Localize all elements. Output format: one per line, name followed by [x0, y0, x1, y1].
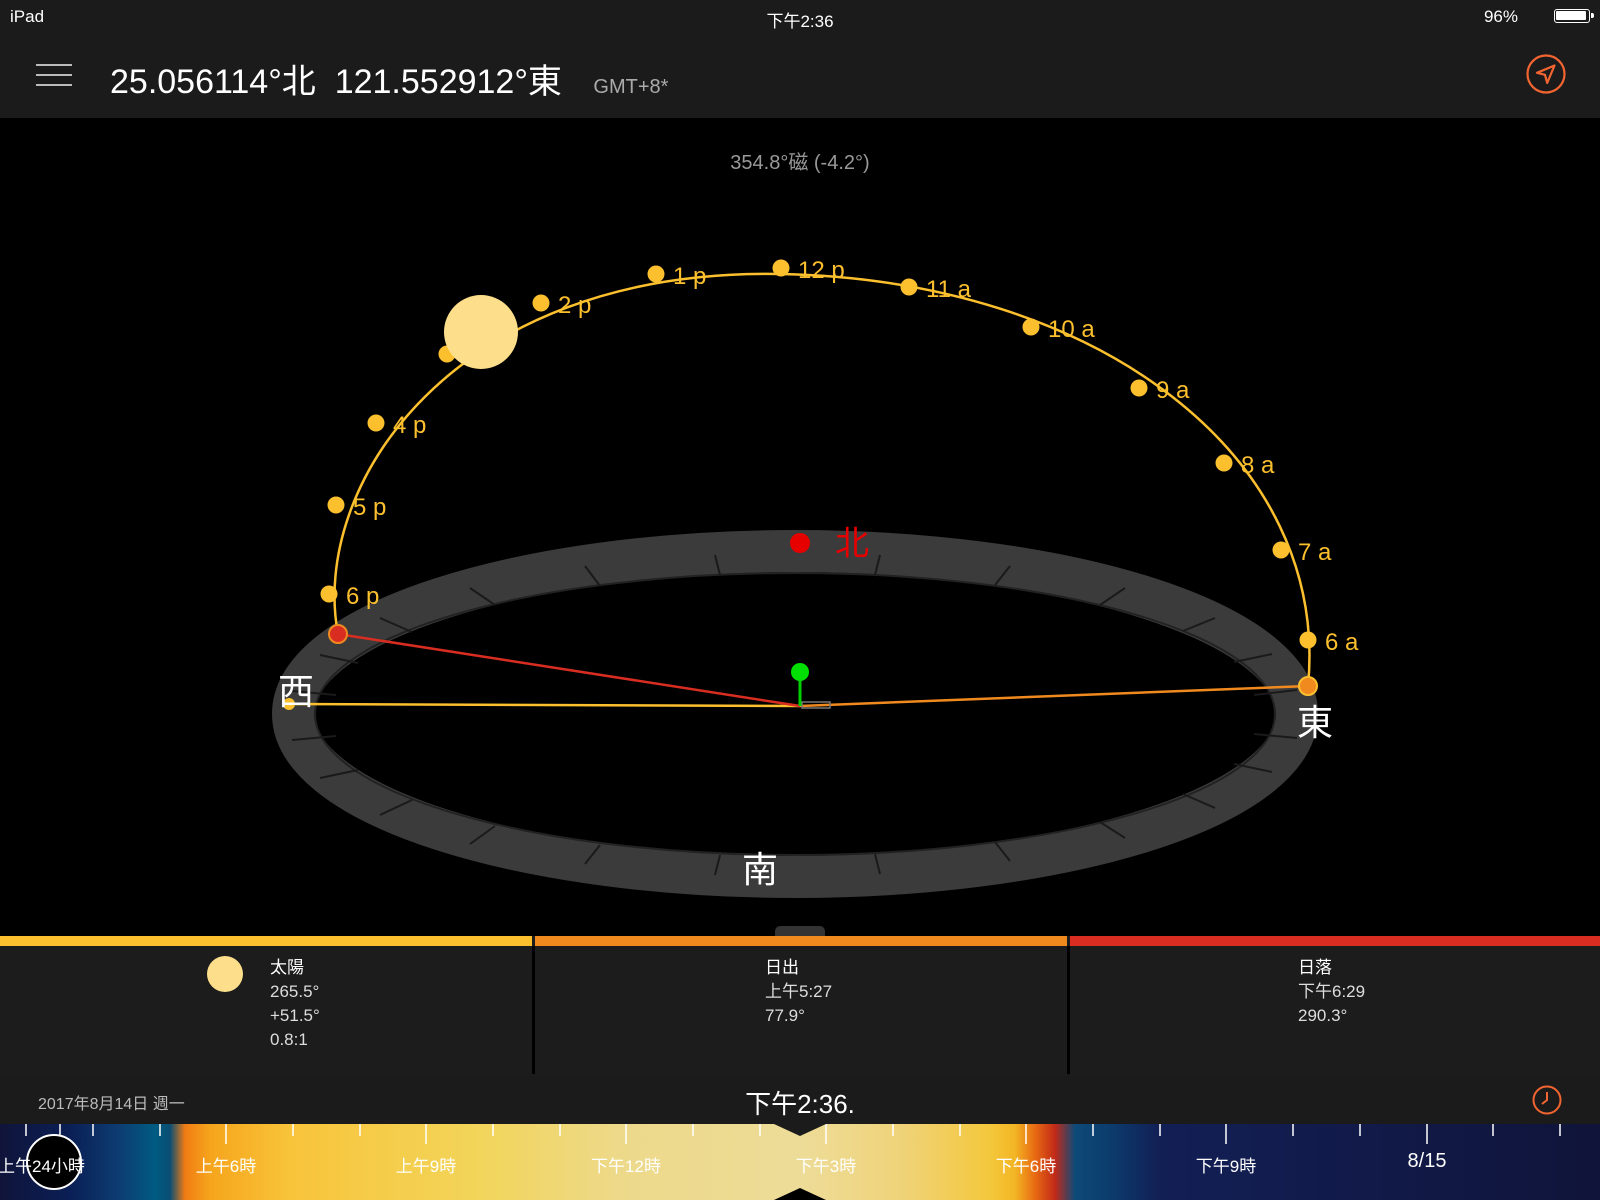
- compass-ring: [272, 530, 1318, 898]
- hamburger-menu-icon[interactable]: [36, 61, 72, 89]
- sunrise-title: 日出: [765, 958, 799, 977]
- status-time: 下午2:36: [766, 12, 834, 31]
- hour-label: 4 p: [393, 412, 426, 439]
- sun-path-graphic: 6 a 7 a 8 a 9 a 10 a 11 a 12 p 1 p 2 p 4…: [272, 257, 1359, 898]
- sunset-ray: [337, 632, 801, 708]
- clock-icon[interactable]: [1532, 1085, 1562, 1115]
- north-label: 北: [835, 524, 869, 564]
- observer-marker: [791, 663, 809, 681]
- sun-info-cell[interactable]: 太陽 265.5° +51.5° 0.8:1: [0, 936, 532, 1074]
- next-day-label: 8/15: [1407, 1150, 1447, 1172]
- hour-label: 9 a: [1156, 377, 1190, 404]
- time-pointer-top: [774, 1124, 826, 1136]
- sunrise-ray: [799, 684, 1309, 708]
- hour-label: 7 a: [1298, 539, 1332, 566]
- shadow-ratio: 0.8:1: [270, 1030, 308, 1049]
- info-panel: 太陽 265.5° +51.5° 0.8:1 日出 上午5:27 77.9° 日…: [0, 936, 1600, 1074]
- hour-label: 6 p: [346, 583, 379, 610]
- hour-dots: [283, 259, 1317, 710]
- timeline-label: 下午6時: [995, 1157, 1057, 1176]
- current-sun[interactable]: [444, 295, 518, 369]
- panel-drag-handle[interactable]: [775, 926, 825, 936]
- west-label: 西: [278, 672, 314, 713]
- 24-hour-label: 上午24小時: [0, 1157, 85, 1176]
- sun-title: 太陽: [270, 958, 304, 977]
- time-slider[interactable]: 上午24小時 上午6時 上午9時 下午12時 下午3時 下午6時 下午9時 8/…: [0, 1124, 1600, 1200]
- timeline-label: 下午12時: [591, 1157, 661, 1176]
- sunset-info-cell[interactable]: 日落 下午6:29 290.3°: [1070, 936, 1600, 1074]
- location-arrow-icon[interactable]: [1526, 54, 1566, 94]
- south-label: 南: [742, 850, 778, 891]
- status-bar: iPad 下午2:36 96%: [0, 0, 1600, 32]
- sun-azimuth: 265.5°: [270, 982, 320, 1001]
- battery-percent: 96%: [1483, 7, 1518, 26]
- timeline-label: 下午3時: [795, 1157, 857, 1176]
- hour-label: 5 p: [353, 494, 386, 521]
- sunset-azimuth: 290.3°: [1298, 1006, 1348, 1025]
- sunset-time: 下午6:29: [1298, 982, 1366, 1001]
- timezone: GMT+8*: [593, 76, 669, 98]
- longitude: 121.552912°東: [334, 63, 562, 101]
- sunset-title: 日落: [1298, 958, 1332, 977]
- hour-label: 10 a: [1048, 316, 1095, 343]
- sunrise-azimuth: 77.9°: [765, 1006, 805, 1025]
- current-sun-ray: [289, 702, 801, 708]
- hour-label: 8 a: [1241, 452, 1275, 479]
- timeline-label: 下午9時: [1195, 1157, 1257, 1176]
- sunrise-dot: [1298, 676, 1318, 696]
- timeline-label: 上午9時: [395, 1157, 457, 1176]
- sun-altitude: +51.5°: [270, 1006, 320, 1025]
- sun-path-view[interactable]: 6 a 7 a 8 a 9 a 10 a 11 a 12 p 1 p 2 p 4…: [0, 118, 1600, 934]
- hour-label: 12 p: [798, 257, 845, 284]
- hour-label: 6 a: [1325, 629, 1359, 656]
- timeline-label: 上午6時: [195, 1157, 257, 1176]
- current-time[interactable]: 下午2:36.: [0, 1084, 1600, 1121]
- hour-label: 11 a: [926, 276, 972, 303]
- date-bar: 2017年8月14日 週一 下午2:36.: [0, 1074, 1600, 1124]
- app-header: 25.056114°北 121.552912°東 GMT+8*: [0, 32, 1600, 118]
- time-pointer-bottom: [774, 1188, 826, 1200]
- sunset-dot: [328, 624, 348, 644]
- east-label: 東: [1297, 703, 1333, 744]
- hour-label: 2 p: [558, 292, 591, 319]
- latitude: 25.056114°北: [110, 63, 316, 101]
- battery-icon: [1554, 9, 1594, 23]
- compass-heading: 354.8°磁 (-4.2°): [730, 152, 870, 174]
- hour-label: 1 p: [673, 263, 706, 290]
- north-dot: [790, 533, 810, 553]
- sunrise-info-cell[interactable]: 日出 上午5:27 77.9°: [535, 936, 1067, 1074]
- location-coordinates[interactable]: 25.056114°北 121.552912°東 GMT+8*: [110, 54, 668, 103]
- sun-icon: [207, 956, 243, 992]
- sunrise-time: 上午5:27: [765, 982, 833, 1001]
